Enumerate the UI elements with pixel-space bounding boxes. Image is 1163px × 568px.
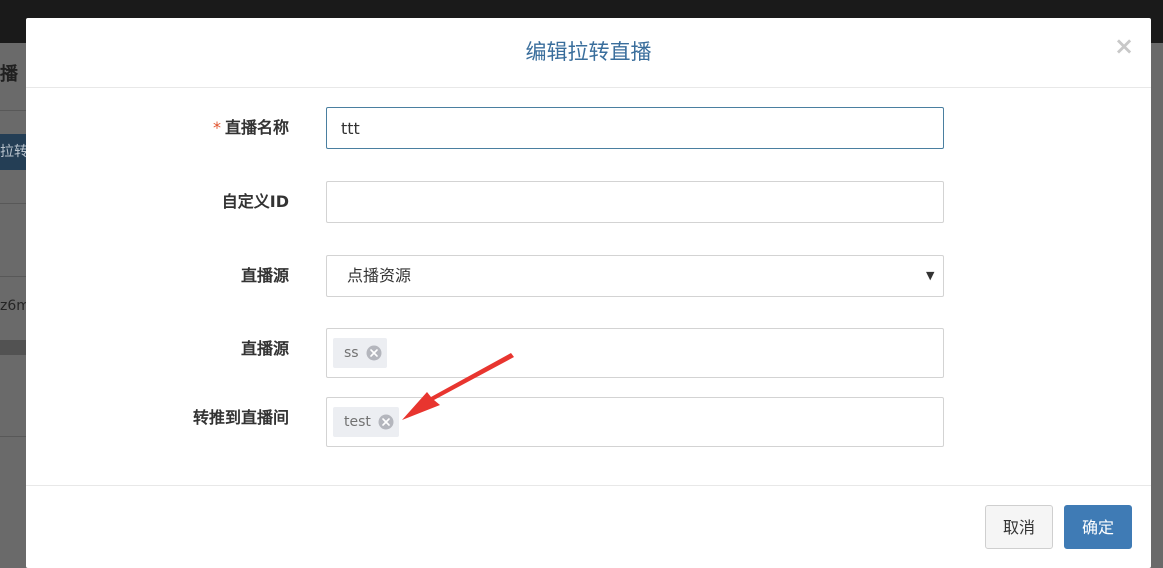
name-label: * 直播名称: [26, 107, 289, 149]
name-label-text: 直播名称: [224, 118, 289, 137]
edit-live-dialog: 编辑拉转直播 × *直播名称 自定义ID 直播源 点播资源 ▼ 直播源 ss: [26, 18, 1151, 568]
background-table-cell: z6m: [0, 298, 26, 314]
custom-id-label: 自定义ID: [221, 192, 289, 211]
source-tag-input[interactable]: ss: [326, 328, 944, 378]
push-room-tag-input[interactable]: test: [326, 397, 944, 447]
background-table-band: [0, 340, 26, 355]
form-row-push-to-room: 转推到直播间 test: [26, 397, 1151, 447]
source-label: 直播源: [240, 339, 289, 358]
push-room-tag: test: [333, 407, 399, 437]
form-row-source: 直播源 ss: [26, 328, 1151, 378]
caret-down-icon: ▼: [926, 269, 935, 282]
source-tag-text: ss: [344, 345, 359, 361]
background-page-title: 播: [0, 64, 18, 85]
source-type-label: 直播源: [240, 266, 289, 285]
dialog-title: 编辑拉转直播: [525, 40, 652, 64]
form-row-source-type: 直播源 点播资源 ▼: [26, 255, 1151, 297]
background-divider: [0, 203, 26, 204]
source-tag: ss: [333, 338, 387, 368]
background-divider: [0, 110, 26, 111]
background-tab: 拉转: [0, 134, 26, 170]
live-name-input[interactable]: [326, 107, 944, 149]
dialog-header: 编辑拉转直播 ×: [26, 18, 1151, 88]
required-mark: *: [212, 118, 221, 137]
source-type-select[interactable]: 点播资源 ▼: [326, 255, 944, 297]
push-room-tag-text: test: [344, 414, 371, 430]
dialog-footer: 取消 确定: [26, 485, 1151, 568]
form-row-name: * 直播名称: [26, 107, 1151, 149]
cancel-button[interactable]: 取消: [985, 505, 1053, 549]
confirm-button[interactable]: 确定: [1064, 505, 1132, 549]
source-type-selected-value: 点播资源: [347, 266, 412, 285]
background-divider: [0, 436, 26, 437]
close-icon[interactable]: ×: [1114, 34, 1134, 58]
form-row-custom-id: 自定义ID: [26, 181, 1151, 223]
push-to-room-label: 转推到直播间: [192, 408, 289, 427]
custom-id-input[interactable]: [326, 181, 944, 223]
tag-remove-icon[interactable]: [378, 414, 394, 430]
tag-remove-icon[interactable]: [366, 345, 382, 361]
background-divider: [0, 276, 26, 277]
